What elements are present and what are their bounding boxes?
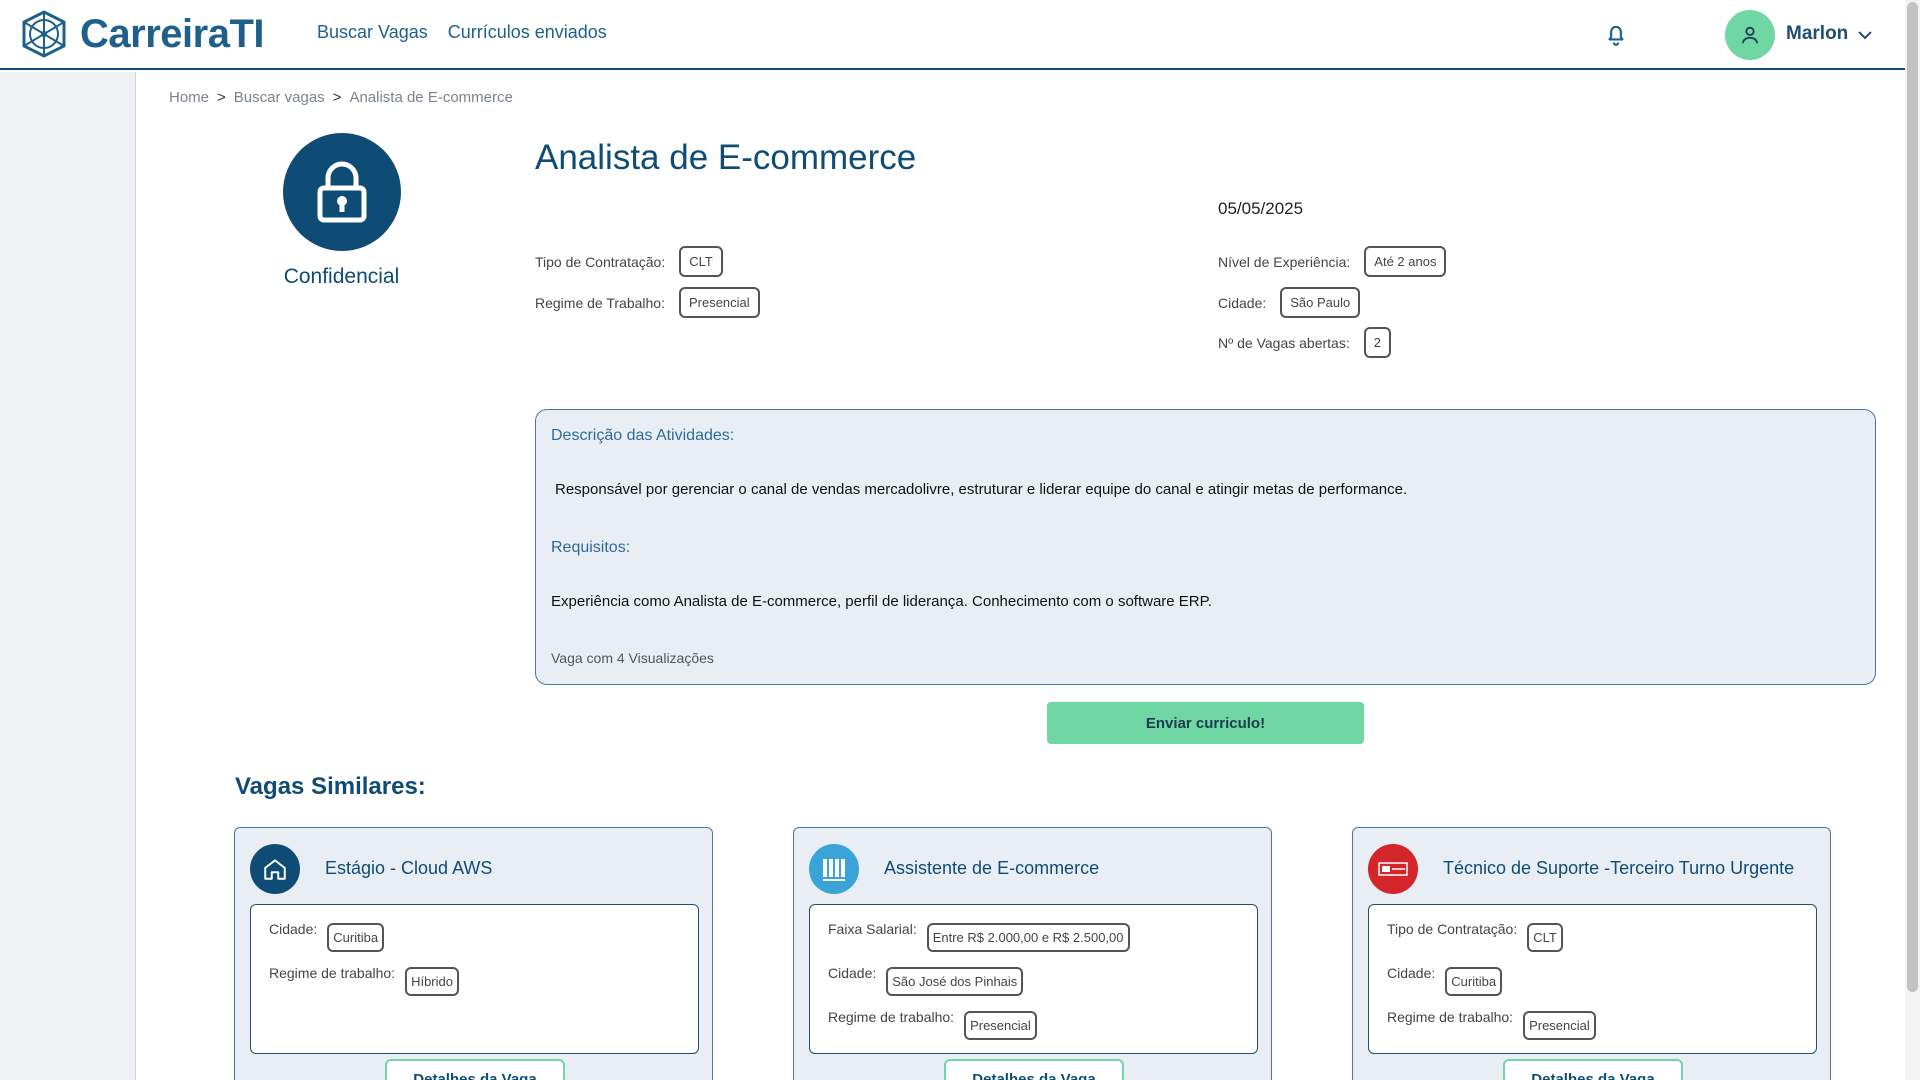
requirements-text: Experiência como Analista de E-commerce,… [551,593,1212,610]
field-label: Nº de Vagas abertas: [1218,334,1350,351]
sidebar [0,72,136,1080]
field-value-chip: Até 2 anos [1364,246,1447,277]
field-value-chip: Entre R$ 2.000,00 e R$ 2.500,00 [926,923,1130,952]
main-nav: Buscar Vagas Currículos enviados [317,22,607,43]
breadcrumb-home[interactable]: Home [169,89,209,106]
page-title: Analista de E-commerce [535,138,917,177]
field-label: Cidade: [828,965,877,981]
description-text: Responsável por gerenciar o canal de ven… [555,481,1408,498]
field-label: Regime de trabalho: [828,1009,955,1025]
field-value-chip: São Paulo [1280,287,1361,318]
card-title[interactable]: Estágio - Cloud AWS [325,858,492,879]
field-value-chip: Presencial [678,287,760,318]
card-field-cidade: Cidade: Curitiba [1387,965,1503,996]
similar-job-card: Técnico de Suporte -Terceiro Turno Urgen… [1352,827,1831,1080]
field-vagas-abertas: Nº de Vagas abertas: 2 [1218,327,1391,358]
field-value-chip: CLT [679,246,723,277]
field-label: Tipo de Contratação: [1387,921,1518,937]
field-label: Cidade: [269,921,318,937]
user-name[interactable]: Marlon [1786,23,1848,45]
field-value-chip: CLT [1527,923,1563,952]
field-value-chip: São José dos Pinhais [886,967,1024,996]
home-icon [264,859,286,880]
avatar[interactable] [1725,10,1775,60]
breadcrumb-current: Analista de E-commerce [349,89,513,106]
similar-jobs-title: Vagas Similares: [235,773,426,800]
field-cidade: Cidade: São Paulo [1218,287,1361,318]
card-details: Tipo de Contratação: CLT Cidade: Curitib… [1368,904,1817,1054]
field-value-chip: Híbrido [405,967,459,996]
description-box: Descrição das Atividades: Responsável po… [535,409,1876,685]
similar-job-card: Estágio - Cloud AWS Cidade: Curitiba Reg… [234,827,713,1080]
logo-globe-icon [22,10,66,58]
card-field-cidade: Cidade: São José dos Pinhais [828,965,1024,996]
breadcrumb-buscar-vagas[interactable]: Buscar vagas [234,89,325,106]
breadcrumb-separator: > [332,89,342,106]
lock-icon [317,161,367,223]
card-company-logo [250,844,300,894]
field-value-chip: Presencial [1523,1011,1596,1040]
field-label: Regime de trabalho: [1387,1009,1514,1025]
card-field-regime: Regime de trabalho: Presencial [828,1009,1037,1040]
brand-logo[interactable]: CarreiraTI [18,10,264,58]
job-details-button[interactable]: Detalhes da Vaga [385,1059,565,1080]
field-label: Regime de Trabalho: [535,294,665,311]
card-title[interactable]: Assistente de E-commerce [884,858,1099,879]
field-tipo-contratacao: Tipo de Contratação: CLT [535,246,723,277]
card-field-cidade: Cidade: Curitiba [269,921,385,952]
company-logo [283,133,401,251]
card-title[interactable]: Técnico de Suporte -Terceiro Turno Urgen… [1443,858,1794,879]
nav-curriculos-enviados[interactable]: Currículos enviados [448,22,607,43]
nav-buscar-vagas[interactable]: Buscar Vagas [317,22,428,43]
field-label: Cidade: [1387,965,1436,981]
card-details: Cidade: Curitiba Regime de trabalho: Híb… [250,904,699,1054]
requirements-heading: Requisitos: [551,539,631,556]
field-label: Nível de Experiência: [1218,253,1351,270]
card-field-regime: Regime de trabalho: Híbrido [269,965,459,996]
job-details-button[interactable]: Detalhes da Vaga [944,1059,1124,1080]
top-header: CarreiraTI Buscar Vagas Currículos envia… [0,0,1905,70]
field-nivel-experiencia: Nível de Experiência: Até 2 anos [1218,246,1447,277]
field-label: Cidade: [1218,294,1267,311]
field-value-chip: Presencial [964,1011,1037,1040]
breadcrumb: Home > Buscar vagas > Analista de E-comm… [169,89,513,106]
description-heading: Descrição das Atividades: [551,427,735,444]
field-value-chip: 2 [1363,327,1391,358]
card-details: Faixa Salarial: Entre R$ 2.000,00 e R$ 2… [809,904,1258,1054]
scrollbar-thumb[interactable] [1907,2,1918,992]
field-label: Faixa Salarial: [828,921,917,937]
send-resume-button[interactable]: Enviar curriculo! [1047,702,1364,744]
views-count: Vaga com 4 Visualizações [551,650,714,666]
field-regime-trabalho: Regime de Trabalho: Presencial [535,287,760,318]
company-logo-icon [1378,862,1408,876]
field-value-chip: Curitiba [1445,967,1503,996]
chevron-down-icon[interactable] [1856,26,1874,44]
card-company-logo [809,844,859,894]
field-label: Tipo de Contratação: [535,253,666,270]
breadcrumb-separator: > [217,89,226,106]
brand-name: CarreiraTI [80,11,264,56]
card-field-regime: Regime de trabalho: Presencial [1387,1009,1596,1040]
card-company-logo [1368,844,1418,894]
company-name: Confidencial [283,265,400,288]
job-details-button[interactable]: Detalhes da Vaga [1503,1059,1683,1080]
card-field-tipo-contratacao: Tipo de Contratação: CLT [1387,921,1563,952]
user-icon [1741,26,1759,44]
field-label: Regime de trabalho: [269,965,396,981]
field-value-chip: Curitiba [327,923,385,952]
similar-job-card: Assistente de E-commerce Faixa Salarial:… [793,827,1272,1080]
card-field-faixa-salarial: Faixa Salarial: Entre R$ 2.000,00 e R$ 2… [828,921,1130,952]
job-date: 05/05/2025 [1218,199,1304,218]
company-logo-icon [823,859,845,881]
bell-icon[interactable] [1603,21,1629,47]
